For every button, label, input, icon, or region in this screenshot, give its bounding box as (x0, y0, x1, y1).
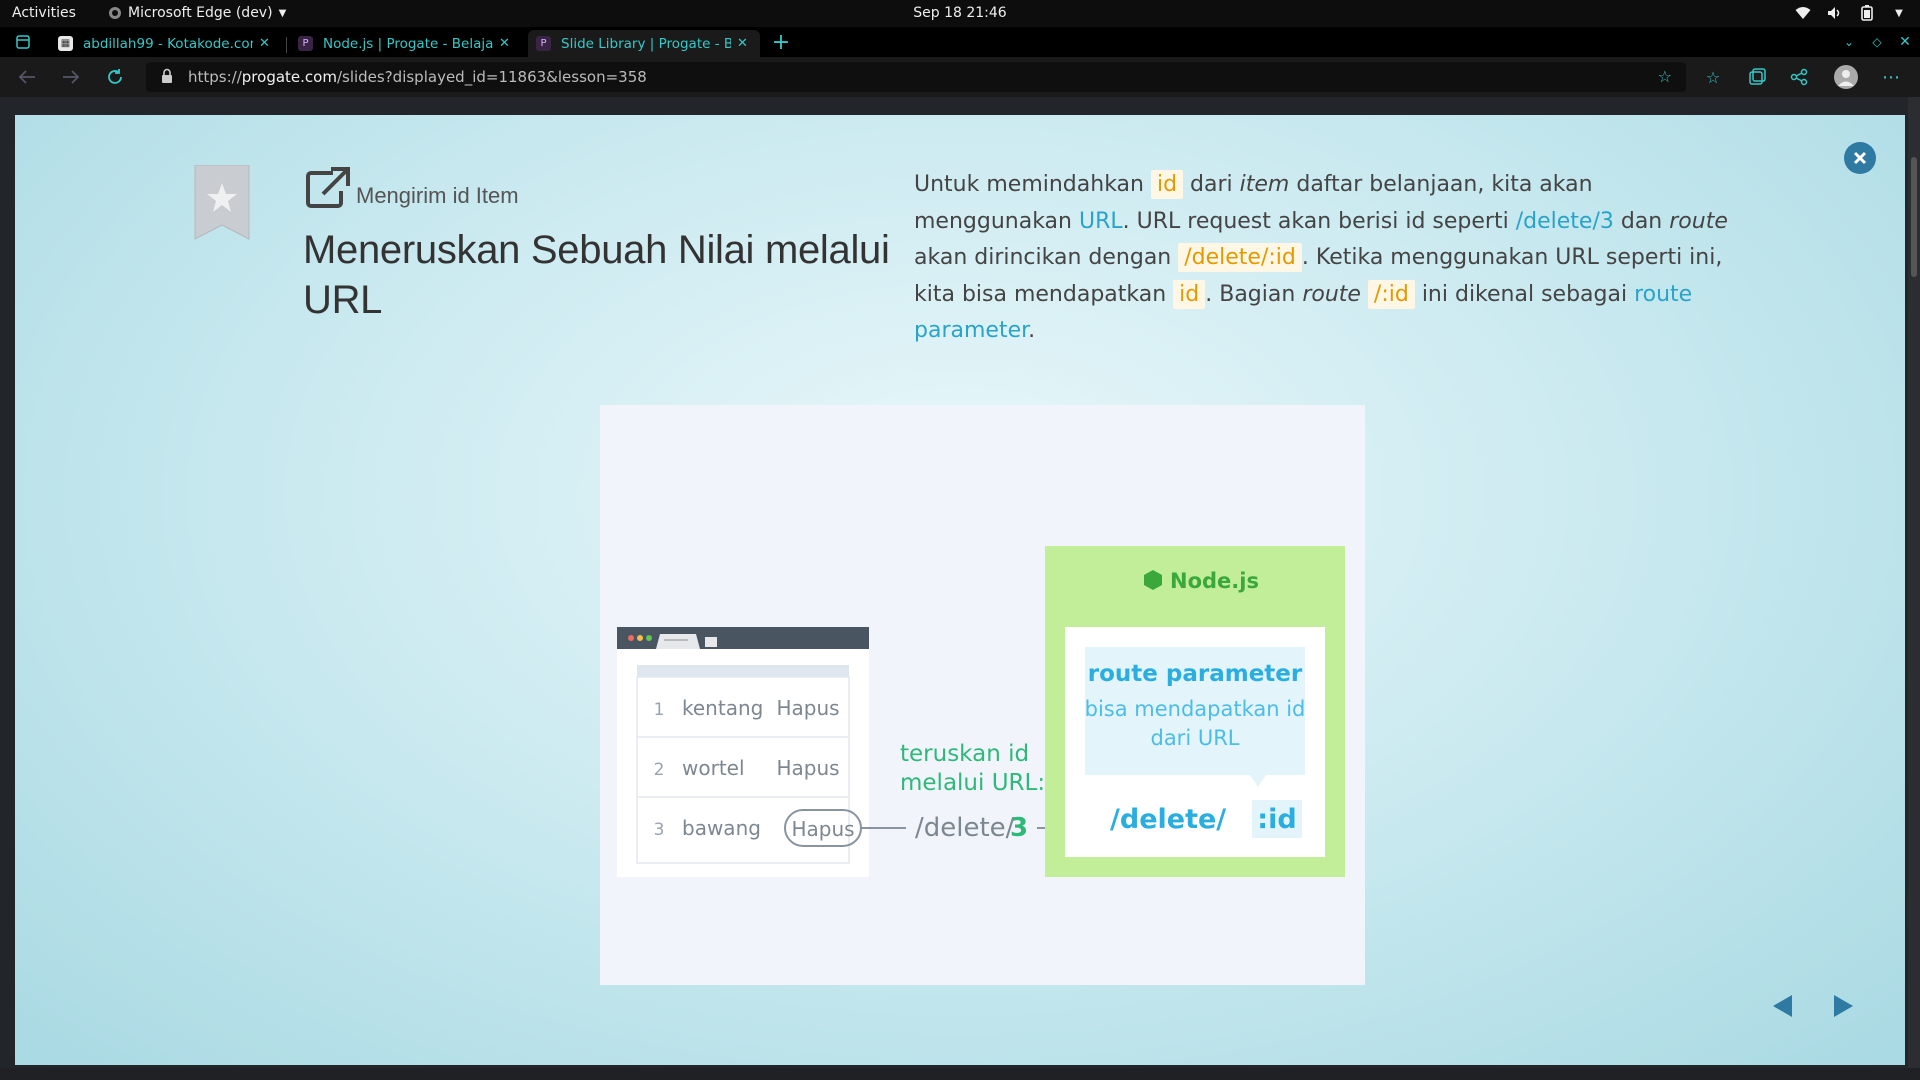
close-tab-icon[interactable]: ✕ (737, 36, 748, 51)
app-name: Microsoft Edge (dev) (128, 5, 273, 21)
new-tab-button[interactable]: + (770, 30, 792, 55)
tab-strip: ▦ abdillah99 - Kotakode.com ✕ P Node.js … (0, 27, 1920, 57)
route-parameter-title: route parameter (1088, 661, 1303, 687)
volume-icon (1826, 4, 1844, 22)
bookmark-star-icon[interactable] (193, 164, 251, 245)
more-options-icon[interactable]: ⋯ (1880, 66, 1902, 88)
previous-slide-icon[interactable] (1770, 993, 1796, 1023)
add-favorite-icon[interactable]: ☆ (1658, 67, 1672, 86)
navigation-bar: https://progate.com/slides?displayed_id=… (0, 57, 1920, 97)
refresh-icon[interactable] (104, 66, 126, 88)
slide-modal: Mengirim id Item Meneruskan Sebuah Nilai… (15, 115, 1905, 1065)
arrow-label: melalui URL: (900, 770, 1045, 796)
inline-code: id (1173, 279, 1206, 309)
scrollbar-thumb[interactable] (1911, 157, 1917, 277)
system-tray[interactable]: ▼ (1794, 4, 1908, 22)
hapus-button: Hapus (776, 756, 839, 780)
profile-avatar[interactable] (1834, 65, 1858, 89)
back-icon[interactable] (16, 66, 38, 88)
hapus-button: Hapus (776, 696, 839, 720)
collections-icon[interactable] (1746, 66, 1768, 88)
page-scrollbar[interactable] (1908, 97, 1920, 1080)
bottom-edge (0, 1068, 1920, 1080)
inline-code: /:id (1367, 279, 1415, 309)
slide-subtitle: Mengirim id Item (356, 183, 519, 208)
illustration-panel: 1 kentang Hapus 2 wortel Hapus 3 bawang … (600, 405, 1365, 985)
slide-title: Meneruskan Sebuah Nilai melalui URL (303, 228, 890, 322)
next-slide-icon[interactable] (1830, 993, 1856, 1023)
route-param: :id (1257, 804, 1296, 835)
forward-icon[interactable] (60, 66, 82, 88)
list-item-number: 1 (654, 700, 665, 720)
route-parameter-diagram: 1 kentang Hapus 2 wortel Hapus 3 bawang … (617, 546, 1345, 877)
address-bar[interactable]: https://progate.com/slides?displayed_id=… (146, 62, 1686, 92)
app-menu[interactable]: Microsoft Edge (dev) ▼ (108, 5, 286, 21)
tab-title: Node.js | Progate - Belajar (323, 35, 493, 52)
route-parameter-desc: bisa mendapatkan id (1085, 697, 1306, 721)
hapus-button: Hapus (791, 817, 854, 841)
list-item-name: kentang (682, 696, 763, 720)
request-url-prefix: /delete/ (915, 813, 1015, 843)
list-item-number: 2 (654, 760, 665, 780)
list-item-number: 3 (654, 820, 665, 840)
highlight-text: URL (1078, 208, 1123, 234)
tab-title: Slide Library | Progate - Belajar (561, 35, 731, 52)
share-icon[interactable] (1788, 66, 1810, 88)
tab-title: abdillah99 - Kotakode.com (83, 35, 253, 52)
close-slide-button[interactable] (1844, 142, 1876, 174)
close-window-icon[interactable]: ✕ (1894, 31, 1916, 53)
list-item-name: wortel (682, 756, 745, 780)
system-top-bar: Activities Microsoft Edge (dev) ▼ Sep 18… (0, 0, 1920, 27)
list-item-name: bawang (682, 816, 761, 840)
power-menu-icon: ▼ (1895, 7, 1903, 19)
clock[interactable]: Sep 18 21:46 (0, 5, 1920, 21)
inline-code: /delete/:id (1178, 243, 1302, 272)
battery-icon (1858, 4, 1876, 22)
arrow-label: teruskan id (900, 741, 1029, 767)
slide-description: Untuk memindahkan id dari item daftar be… (914, 170, 1728, 343)
nodejs-label: Node.js (1170, 569, 1259, 593)
route-parameter-desc: dari URL (1150, 726, 1239, 750)
tab-nodejs-progate[interactable]: P Node.js | Progate - Belajar ✕ (290, 30, 522, 57)
url-text: https://progate.com/slides?displayed_id=… (188, 68, 647, 86)
close-tab-icon[interactable]: ✕ (499, 36, 510, 51)
kotakode-favicon-icon: ▦ (58, 36, 73, 51)
wifi-icon (1794, 4, 1812, 22)
diamond-icon[interactable]: ◇ (1866, 31, 1888, 53)
inline-code: id (1150, 170, 1184, 199)
route-prefix: /delete/ (1110, 804, 1226, 835)
edge-app-icon (109, 7, 121, 19)
favorites-icon[interactable]: ☆ (1702, 66, 1724, 88)
tab-search-chevron-icon[interactable]: ⌄ (1838, 31, 1860, 53)
tab-slide-library[interactable]: P Slide Library | Progate - Belajar ✕ (528, 30, 760, 57)
request-url-id: 3 (1010, 813, 1028, 843)
close-icon (1853, 151, 1867, 165)
progate-favicon-icon: P (536, 36, 551, 51)
tab-kotakode[interactable]: ▦ abdillah99 - Kotakode.com ✕ (50, 30, 282, 57)
close-tab-icon[interactable]: ✕ (259, 36, 270, 51)
progate-favicon-icon: P (298, 36, 313, 51)
highlight-text: /delete/3 (1515, 208, 1614, 234)
caret-down-icon: ▼ (278, 7, 287, 19)
external-link-icon (305, 167, 351, 213)
lock-icon[interactable] (160, 68, 174, 88)
activities-button[interactable]: Activities (12, 5, 76, 21)
page-content: Mengirim id Item Meneruskan Sebuah Nilai… (0, 97, 1920, 1080)
tab-actions-icon[interactable] (12, 31, 34, 53)
